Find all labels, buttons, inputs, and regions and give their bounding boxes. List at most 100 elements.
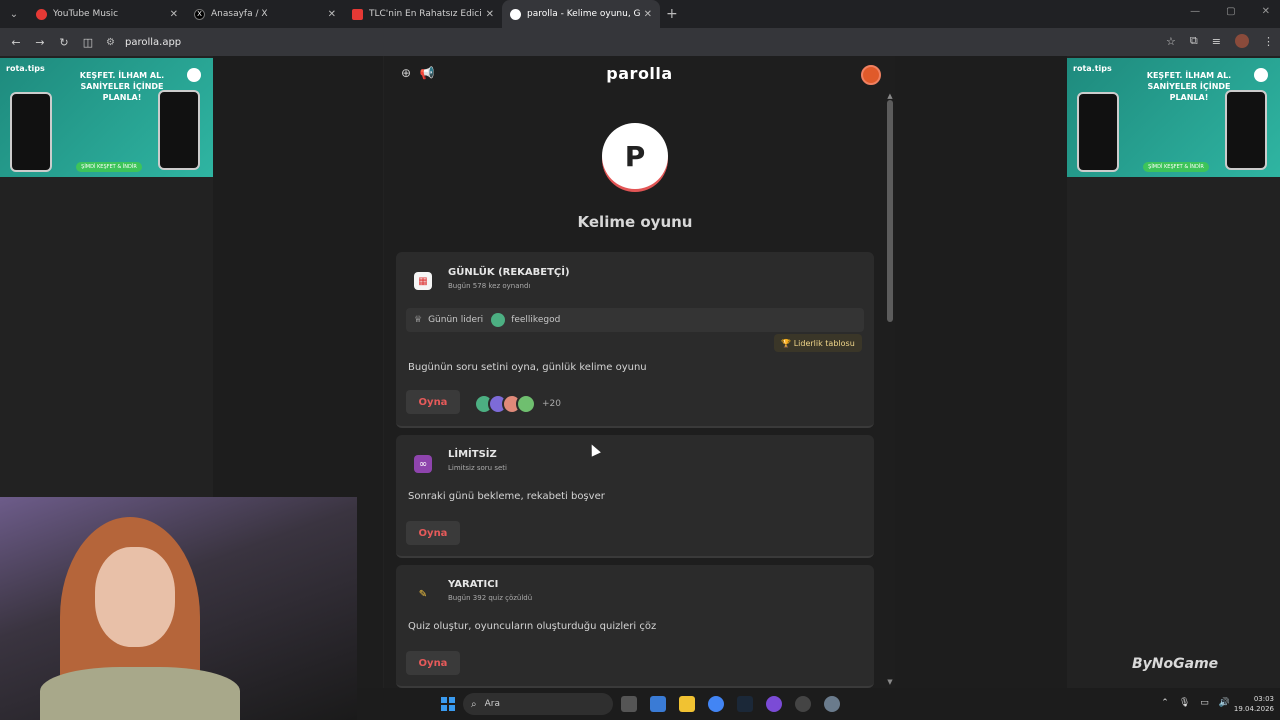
tab-title: YouTube Music xyxy=(53,9,119,19)
windows-taskbar: ⌕ Ara ⌃ 🎙 ▭ 🔊 03:03 19.04.2026 xyxy=(357,688,1280,720)
parolla-app: ⊕ 📢 parolla P Kelime oyunu ▦ GÜNLÜK (REK… xyxy=(384,56,895,688)
settings-icon[interactable] xyxy=(824,696,840,712)
volume-icon[interactable]: 🔊 xyxy=(1219,698,1230,708)
extensions-icon[interactable]: ⧉ xyxy=(1190,34,1198,48)
card-subtitle: Bugün 392 quiz çözüldü xyxy=(448,594,533,602)
card-description: Bugünün soru setini oyna, günlük kelime … xyxy=(408,362,647,373)
channel-watermark: ByNoGame xyxy=(1132,656,1219,672)
scroll-up-icon[interactable]: ▲ xyxy=(886,92,894,100)
bookmark-star-icon[interactable]: ☆ xyxy=(1166,35,1176,48)
youtube-icon xyxy=(352,8,363,20)
unlimited-card: ∞ LİMİTSİZ Limitsiz soru seti Sonraki gü… xyxy=(396,435,874,558)
browser-toolbar: ← → ↻ ◫ ⚙ parolla.app ☆ ⧉ ≡ ⋮ xyxy=(0,28,1280,56)
close-icon[interactable]: ✕ xyxy=(644,9,652,20)
address-bar[interactable]: ⚙ parolla.app xyxy=(106,37,181,48)
back-icon[interactable]: ← xyxy=(4,36,28,49)
forward-icon[interactable]: → xyxy=(28,36,52,49)
trophy-icon: ♕ xyxy=(414,315,423,325)
site-info-icon[interactable]: ⚙ xyxy=(106,37,115,48)
tab-title: Anasayfa / X xyxy=(211,9,268,19)
tab-x[interactable]: X Anasayfa / X ✕ xyxy=(186,0,344,28)
streamer-shirt xyxy=(40,667,240,720)
tab-tlc[interactable]: TLC'nin En Rahatsız Edici Progr ✕ xyxy=(344,0,502,28)
tab-parolla[interactable]: parolla - Kelime oyunu, Günlük ✕ xyxy=(502,0,660,28)
app-header: ⊕ 📢 parolla xyxy=(384,56,895,92)
taskbar-search[interactable]: ⌕ Ara xyxy=(463,693,613,715)
card-title: GÜNLÜK (REKABETÇİ) xyxy=(448,267,570,278)
close-icon[interactable]: ✕ xyxy=(170,9,178,20)
user-avatar[interactable] xyxy=(861,65,881,85)
file-explorer-icon[interactable] xyxy=(679,696,695,712)
youtube-music-icon xyxy=(36,8,47,20)
streamer-face xyxy=(95,547,175,647)
tray-expand-icon[interactable]: ⌃ xyxy=(1161,698,1169,708)
scrollbar[interactable]: ▲ ▼ xyxy=(886,92,894,688)
profile-avatar[interactable] xyxy=(1235,34,1249,48)
creator-play-button[interactable]: Oyna xyxy=(406,651,460,675)
scroll-thumb[interactable] xyxy=(887,100,893,322)
daily-play-button[interactable]: Oyna xyxy=(406,390,460,414)
search-placeholder: Ara xyxy=(484,699,500,709)
menu-icon[interactable]: ⋮ xyxy=(1263,35,1274,48)
app-badge: P xyxy=(602,123,668,189)
close-icon[interactable]: ✕ xyxy=(328,9,336,20)
microphone-icon[interactable]: 🎙 xyxy=(1179,698,1190,708)
card-title: YARATICI xyxy=(448,579,499,590)
scroll-down-icon[interactable]: ▼ xyxy=(886,678,894,686)
parolla-favicon xyxy=(510,8,521,20)
steam-icon[interactable] xyxy=(737,696,753,712)
card-description: Sonraki günü bekleme, rekabeti boşver xyxy=(408,491,605,502)
ad-dot-icon xyxy=(187,68,201,82)
more-players-count: +20 xyxy=(542,399,561,409)
leader-name[interactable]: feellikegod xyxy=(511,315,560,325)
unlimited-play-button[interactable]: Oyna xyxy=(406,521,460,545)
leaderboard-button[interactable]: 🏆 Liderlik tablosu xyxy=(774,334,862,352)
app-icon[interactable] xyxy=(766,696,782,712)
page-subtitle: Kelime oyunu xyxy=(577,213,693,231)
new-tab-icon[interactable]: + xyxy=(666,6,678,22)
ad-cta[interactable]: ŞİMDİ KEŞFET & İNDİR xyxy=(76,162,142,172)
daily-card: ▦ GÜNLÜK (REKABETÇİ) Bugün 578 kez oynan… xyxy=(396,252,874,428)
ad-brand: rota.tips xyxy=(1073,64,1112,73)
store-icon[interactable] xyxy=(650,696,666,712)
right-ad-banner[interactable]: rota.tips KEŞFET. İLHAM AL. SANİYELER İÇ… xyxy=(1067,58,1280,177)
ad-cta[interactable]: ŞİMDİ KEŞFET & İNDİR xyxy=(1143,162,1209,172)
system-tray: ⌃ 🎙 ▭ 🔊 xyxy=(1161,698,1230,708)
phone-image xyxy=(158,90,200,170)
tab-title: TLC'nin En Rahatsız Edici Progr xyxy=(369,9,482,19)
chrome-icon[interactable] xyxy=(708,696,724,712)
app-logo[interactable]: parolla xyxy=(384,64,895,83)
minimize-icon[interactable]: — xyxy=(1190,6,1200,17)
right-gutter xyxy=(895,56,1067,688)
player-avatars: +20 xyxy=(474,394,561,414)
ad-brand: rota.tips xyxy=(6,64,45,73)
reload-icon[interactable]: ↻ xyxy=(52,36,76,49)
task-view-icon[interactable] xyxy=(621,696,637,712)
windows-start-icon[interactable] xyxy=(441,697,455,711)
close-window-icon[interactable]: ✕ xyxy=(1262,6,1270,17)
clock-date: 19.04.2026 xyxy=(1233,705,1274,713)
close-icon[interactable]: ✕ xyxy=(486,9,494,20)
sidebar-icon[interactable]: ◫ xyxy=(76,36,100,49)
phone-image xyxy=(1225,90,1267,170)
media-controls-icon[interactable]: ≡ xyxy=(1212,35,1221,48)
phone-image xyxy=(1077,92,1119,172)
player-avatar xyxy=(516,394,536,414)
card-subtitle: Bugün 578 kez oynandı xyxy=(448,282,531,290)
tab-title: parolla - Kelime oyunu, Günlük xyxy=(527,9,640,19)
window-controls: — ▢ ✕ xyxy=(1190,6,1270,17)
maximize-icon[interactable]: ▢ xyxy=(1226,6,1235,17)
display-icon[interactable]: ▭ xyxy=(1200,698,1209,708)
tab-youtube-music[interactable]: YouTube Music ✕ xyxy=(28,0,186,28)
creator-card: ✎ YARATICI Bugün 392 quiz çözüldü Quiz o… xyxy=(396,565,874,688)
taskbar-clock[interactable]: 03:03 19.04.2026 xyxy=(1234,694,1274,714)
tab-search-icon[interactable]: ⌄ xyxy=(0,0,28,28)
url-text: parolla.app xyxy=(124,36,182,48)
phone-image xyxy=(10,92,52,172)
pencil-icon: ✎ xyxy=(418,588,428,600)
card-description: Quiz oluştur, oyuncuların oluşturduğu qu… xyxy=(408,621,657,632)
search-icon: ⌕ xyxy=(471,698,477,710)
leader-label: Günün lideri xyxy=(428,315,484,325)
app-icon[interactable] xyxy=(795,696,811,712)
left-ad-banner[interactable]: rota.tips KEŞFET. İLHAM AL. SANİYELER İÇ… xyxy=(0,58,213,177)
